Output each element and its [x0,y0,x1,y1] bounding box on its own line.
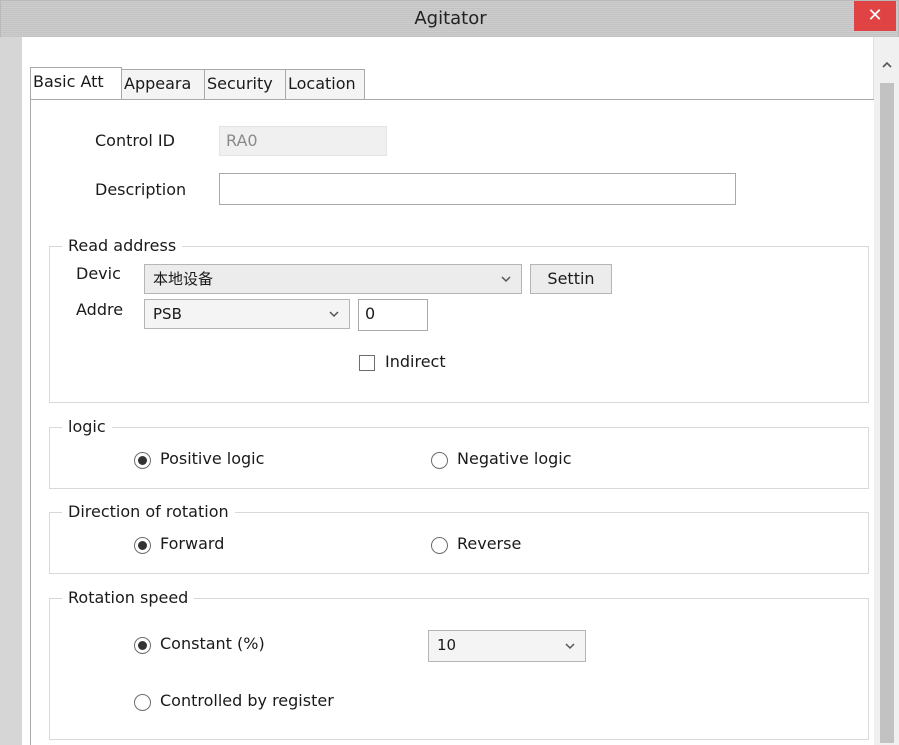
logic-group: logic Positive logic Negative logic [49,417,869,489]
positive-logic-radio[interactable] [134,452,151,469]
tab-basic-attributes[interactable]: Basic Att [30,67,122,99]
settings-button[interactable]: Settin [530,264,612,294]
chevron-down-icon [499,265,513,293]
device-label: Devic [76,264,121,283]
tab-location[interactable]: Location [285,69,365,99]
tab-security[interactable]: Security [204,69,286,99]
address-type-select[interactable]: PSB [144,299,350,329]
constant-speed-value: 10 [437,636,457,654]
control-id-label: Control ID [95,131,175,150]
address-label: Addre [76,300,124,319]
forward-radio[interactable] [134,537,151,554]
address-type-value: PSB [153,305,182,323]
window-title: Agitator [414,8,487,29]
reverse-radio[interactable] [431,537,448,554]
read-address-group: Read address Devic 本地设备 Settin Addre PSB… [49,236,869,403]
register-label: Controlled by register [160,691,334,710]
negative-logic-radio[interactable] [431,452,448,469]
chevron-down-icon [327,300,341,328]
address-value-field[interactable]: 0 [358,299,428,331]
constant-label: Constant (%) [160,634,265,653]
positive-logic-label: Positive logic [160,449,265,468]
device-select[interactable]: 本地设备 [144,264,522,294]
description-field[interactable] [219,173,736,205]
close-button[interactable]: ✕ [854,1,896,31]
read-address-title: Read address [62,236,183,255]
negative-logic-label: Negative logic [457,449,572,468]
forward-label: Forward [160,534,225,553]
description-label: Description [95,180,187,199]
chevron-down-icon [563,631,577,659]
logic-title: logic [62,417,112,436]
constant-radio[interactable] [134,637,151,654]
direction-group: Direction of rotation Forward Reverse [49,502,869,574]
tab-appearance[interactable]: Appeara [121,69,205,99]
constant-speed-select[interactable]: 10 [428,630,586,662]
rotation-speed-group: Rotation speed Constant (%) 10 Controlle… [49,588,869,740]
close-icon: ✕ [867,5,883,26]
chevron-up-icon[interactable] [874,59,899,73]
title-bar[interactable]: Agitator ✕ [1,1,898,38]
indirect-label: Indirect [385,352,446,371]
scroll-thumb[interactable] [880,83,894,743]
register-radio[interactable] [134,694,151,711]
left-edge [0,37,22,745]
control-id-field: RA0 [219,126,387,156]
device-value: 本地设备 [153,270,214,288]
basic-attributes-panel: Control ID RA0 Description Read address … [30,99,874,745]
rotation-speed-title: Rotation speed [62,588,195,607]
indirect-checkbox[interactable] [359,355,375,371]
tab-strip: Basic Att Appeara Security Location [30,67,365,99]
direction-title: Direction of rotation [62,502,235,521]
vertical-scrollbar[interactable] [873,37,899,745]
reverse-label: Reverse [457,534,522,553]
